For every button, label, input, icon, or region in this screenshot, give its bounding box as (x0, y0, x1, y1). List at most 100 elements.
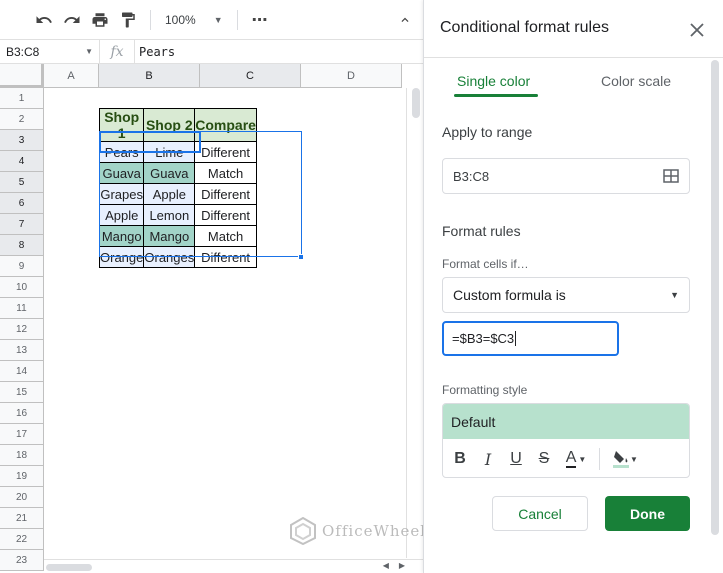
column-header-b[interactable]: B (99, 64, 200, 88)
row-header[interactable]: 16 (0, 403, 44, 424)
table-cell[interactable]: Mango (98, 225, 145, 247)
horizontal-scrollbar[interactable]: ◀ ▶ (44, 559, 423, 573)
chevron-down-icon: ▼ (213, 14, 223, 25)
text-cursor (515, 331, 517, 346)
collapse-toolbar-icon[interactable] (391, 6, 419, 34)
vertical-scrollbar[interactable] (406, 88, 423, 558)
tab-color-scale[interactable]: Color scale (601, 73, 671, 89)
row-header[interactable]: 10 (0, 277, 44, 298)
tab-single-color[interactable]: Single color (457, 73, 530, 89)
table-header-row: Shop 1 Shop 2 Compare (98, 108, 257, 142)
header-cell-compare[interactable]: Compare (194, 108, 257, 142)
table-cell[interactable]: Different (194, 141, 257, 163)
column-header-d[interactable]: D (301, 64, 402, 88)
header-cell-shop1[interactable]: Shop 1 (98, 108, 145, 142)
formatting-style-box: Default B I U S A ▼ ▼ (442, 403, 690, 478)
zoom-select[interactable]: 100% ▼ (159, 13, 229, 27)
panel-scrollbar[interactable] (711, 60, 719, 535)
select-range-icon[interactable] (663, 169, 679, 183)
name-box[interactable]: B3:C8 ▼ (0, 39, 100, 64)
spreadsheet-area: 100% ▼ ⋯ B3:C8 ▼ fx Pears A B C D 1 2 3 … (0, 0, 423, 573)
row-header[interactable]: 13 (0, 340, 44, 361)
italic-icon[interactable]: I (477, 448, 499, 470)
column-header-c[interactable]: C (200, 64, 301, 88)
style-toolbar-divider (599, 448, 600, 470)
text-color-icon[interactable]: A ▼ (561, 448, 591, 470)
chevron-down-icon: ▼ (670, 290, 679, 300)
toolbar-divider (236, 9, 238, 30)
more-options-icon[interactable]: ⋯ (246, 6, 274, 34)
table-cell[interactable]: Different (194, 246, 257, 268)
row-header[interactable]: 15 (0, 382, 44, 403)
row-header[interactable]: 20 (0, 487, 44, 508)
print-icon[interactable] (86, 6, 114, 34)
row-header[interactable]: 6 (0, 193, 44, 214)
range-input[interactable]: B3:C8 (442, 158, 690, 194)
row-header[interactable]: 3 (0, 130, 44, 151)
select-all-corner[interactable] (0, 64, 44, 88)
fill-color-icon[interactable]: ▼ (608, 448, 642, 470)
redo-icon[interactable] (58, 6, 86, 34)
style-preset-select[interactable]: Default (443, 404, 689, 439)
table-cell[interactable]: Oranges (143, 246, 196, 268)
horizontal-scrollbar-thumb[interactable] (46, 564, 92, 571)
row-header[interactable]: 12 (0, 319, 44, 340)
row-header[interactable]: 11 (0, 298, 44, 319)
column-header-a[interactable]: A (44, 64, 99, 88)
table-cell[interactable]: Match (194, 162, 257, 184)
row-header[interactable]: 5 (0, 172, 44, 193)
fx-icon: fx (110, 43, 124, 60)
row-header[interactable]: 23 (0, 550, 44, 571)
strikethrough-icon[interactable]: S (533, 448, 555, 470)
undo-icon[interactable] (30, 6, 58, 34)
table-cell[interactable]: Lemon (143, 204, 196, 226)
conditional-format-panel: Conditional format rules Single color Co… (423, 0, 723, 573)
table-cell[interactable]: Pears (98, 141, 145, 163)
custom-formula-input[interactable]: =$B3=$C3 (442, 321, 619, 356)
row-header[interactable]: 14 (0, 361, 44, 382)
scroll-left-icon[interactable]: ◀ (383, 561, 389, 570)
table-cell[interactable]: Orange (98, 246, 145, 268)
row-header[interactable]: 22 (0, 529, 44, 550)
table-cell[interactable]: Apple (143, 183, 196, 205)
table-cell[interactable]: Match (194, 225, 257, 247)
table-cell[interactable]: Different (194, 183, 257, 205)
toolbar-divider (150, 9, 151, 30)
row-header[interactable]: 19 (0, 466, 44, 487)
underline-icon[interactable]: U (505, 448, 527, 470)
header-cell-shop2[interactable]: Shop 2 (143, 108, 196, 142)
apply-to-range-label: Apply to range (442, 124, 533, 140)
fill-handle[interactable] (298, 254, 304, 260)
row-header[interactable]: 2 (0, 109, 44, 130)
row-header[interactable]: 7 (0, 214, 44, 235)
table-cell[interactable]: Grapes (98, 183, 145, 205)
name-box-value: B3:C8 (6, 44, 40, 59)
formatting-style-label: Formatting style (442, 383, 528, 397)
active-tab-indicator (454, 94, 538, 97)
table-cell[interactable]: Guava (143, 162, 196, 184)
row-header[interactable]: 1 (0, 88, 44, 109)
cancel-button[interactable]: Cancel (492, 496, 588, 531)
close-icon[interactable] (687, 20, 707, 40)
scroll-right-icon[interactable]: ▶ (399, 561, 405, 570)
condition-select[interactable]: Custom formula is ▼ (442, 277, 690, 313)
bold-icon[interactable]: B (449, 448, 471, 470)
table-cell[interactable]: Guava (98, 162, 145, 184)
paint-format-icon[interactable] (114, 6, 142, 34)
row-header[interactable]: 4 (0, 151, 44, 172)
table-cell[interactable]: Different (194, 204, 257, 226)
formula-input[interactable]: Pears (134, 39, 175, 64)
done-button[interactable]: Done (605, 496, 690, 531)
row-header[interactable]: 8 (0, 235, 44, 256)
row-header[interactable]: 9 (0, 256, 44, 277)
scroll-arrows: ◀ ▶ (383, 561, 405, 570)
row-header[interactable]: 21 (0, 508, 44, 529)
row-header[interactable]: 17 (0, 424, 44, 445)
row-header[interactable]: 18 (0, 445, 44, 466)
more-label: ⋯ (251, 11, 268, 29)
table-cell[interactable]: Mango (143, 225, 196, 247)
vertical-scrollbar-thumb[interactable] (412, 88, 420, 118)
row-headers: 1 2 3 4 5 6 7 8 9 10 11 12 13 14 15 16 1… (0, 88, 44, 571)
table-cell[interactable]: Lime (143, 141, 196, 163)
table-cell[interactable]: Apple (98, 204, 145, 226)
